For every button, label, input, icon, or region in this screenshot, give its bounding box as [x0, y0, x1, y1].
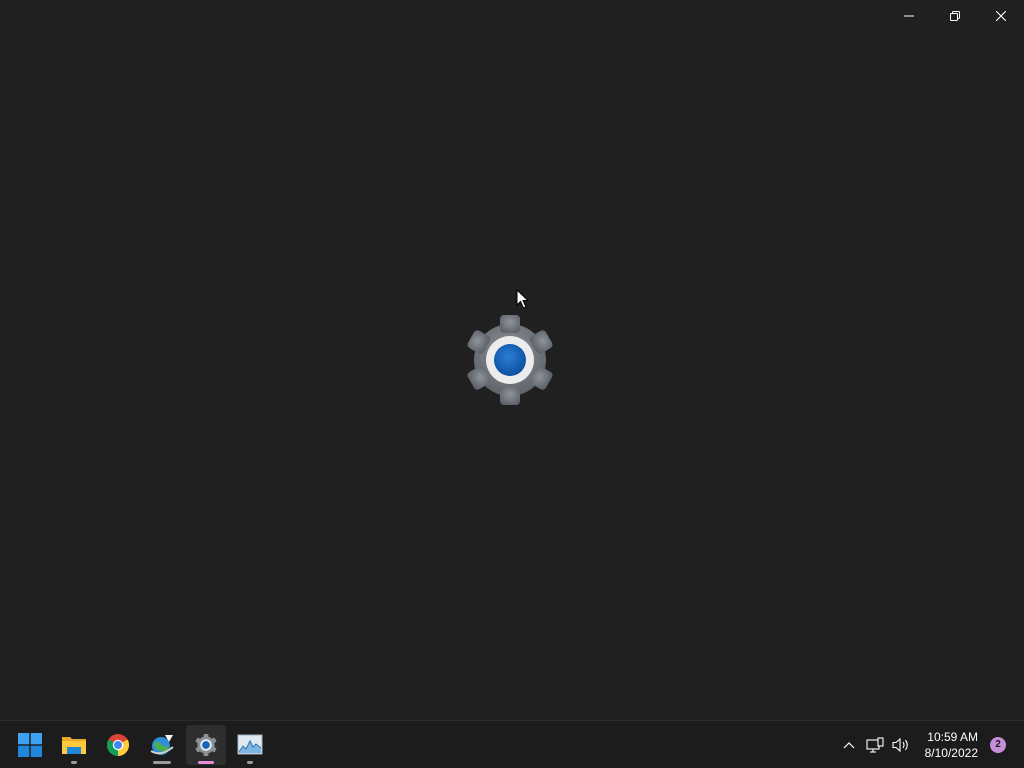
volume-icon [892, 737, 908, 753]
settings-window [0, 0, 1024, 720]
start-button[interactable] [10, 725, 50, 765]
restore-button[interactable] [932, 0, 978, 32]
chevron-up-icon [843, 742, 855, 749]
restore-icon [950, 11, 960, 21]
performance-chart-icon [237, 734, 263, 755]
taskbar-task-manager[interactable] [230, 725, 270, 765]
clock-date: 8/10/2022 [924, 746, 978, 760]
chrome-icon [107, 734, 129, 756]
taskbar: 10:59 AM 8/10/2022 2 [0, 720, 1024, 768]
windows-logo-icon [18, 733, 42, 757]
close-button[interactable] [978, 0, 1024, 32]
running-indicator [247, 761, 253, 764]
taskbar-chrome[interactable] [98, 725, 138, 765]
taskbar-file-explorer[interactable] [54, 725, 94, 765]
active-indicator [198, 761, 214, 764]
notification-count-badge[interactable]: 2 [990, 737, 1006, 753]
minimize-button[interactable] [886, 0, 932, 32]
volume-button[interactable] [889, 729, 913, 761]
desktop-screen: 10:59 AM 8/10/2022 2 [0, 0, 1024, 768]
minimize-icon [904, 15, 914, 17]
close-icon [996, 11, 1006, 21]
network-icon [866, 737, 884, 753]
taskbar-settings[interactable] [186, 725, 226, 765]
running-indicator [71, 761, 77, 764]
network-button[interactable] [863, 729, 887, 761]
clock[interactable]: 10:59 AM 8/10/2022 [913, 725, 986, 765]
clock-time: 10:59 AM [927, 730, 978, 744]
taskbar-internet-download-manager[interactable] [142, 725, 182, 765]
system-tray: 10:59 AM 8/10/2022 2 [835, 721, 1024, 768]
running-indicator [153, 761, 171, 764]
settings-gear-icon [195, 733, 217, 757]
folder-icon [62, 737, 86, 754]
taskbar-apps [10, 721, 274, 768]
window-caption-buttons [886, 0, 1024, 32]
download-globe-icon [150, 735, 174, 755]
settings-gear-icon [467, 315, 553, 405]
show-hidden-icons-button[interactable] [837, 729, 861, 761]
mouse-cursor-icon [516, 289, 530, 309]
